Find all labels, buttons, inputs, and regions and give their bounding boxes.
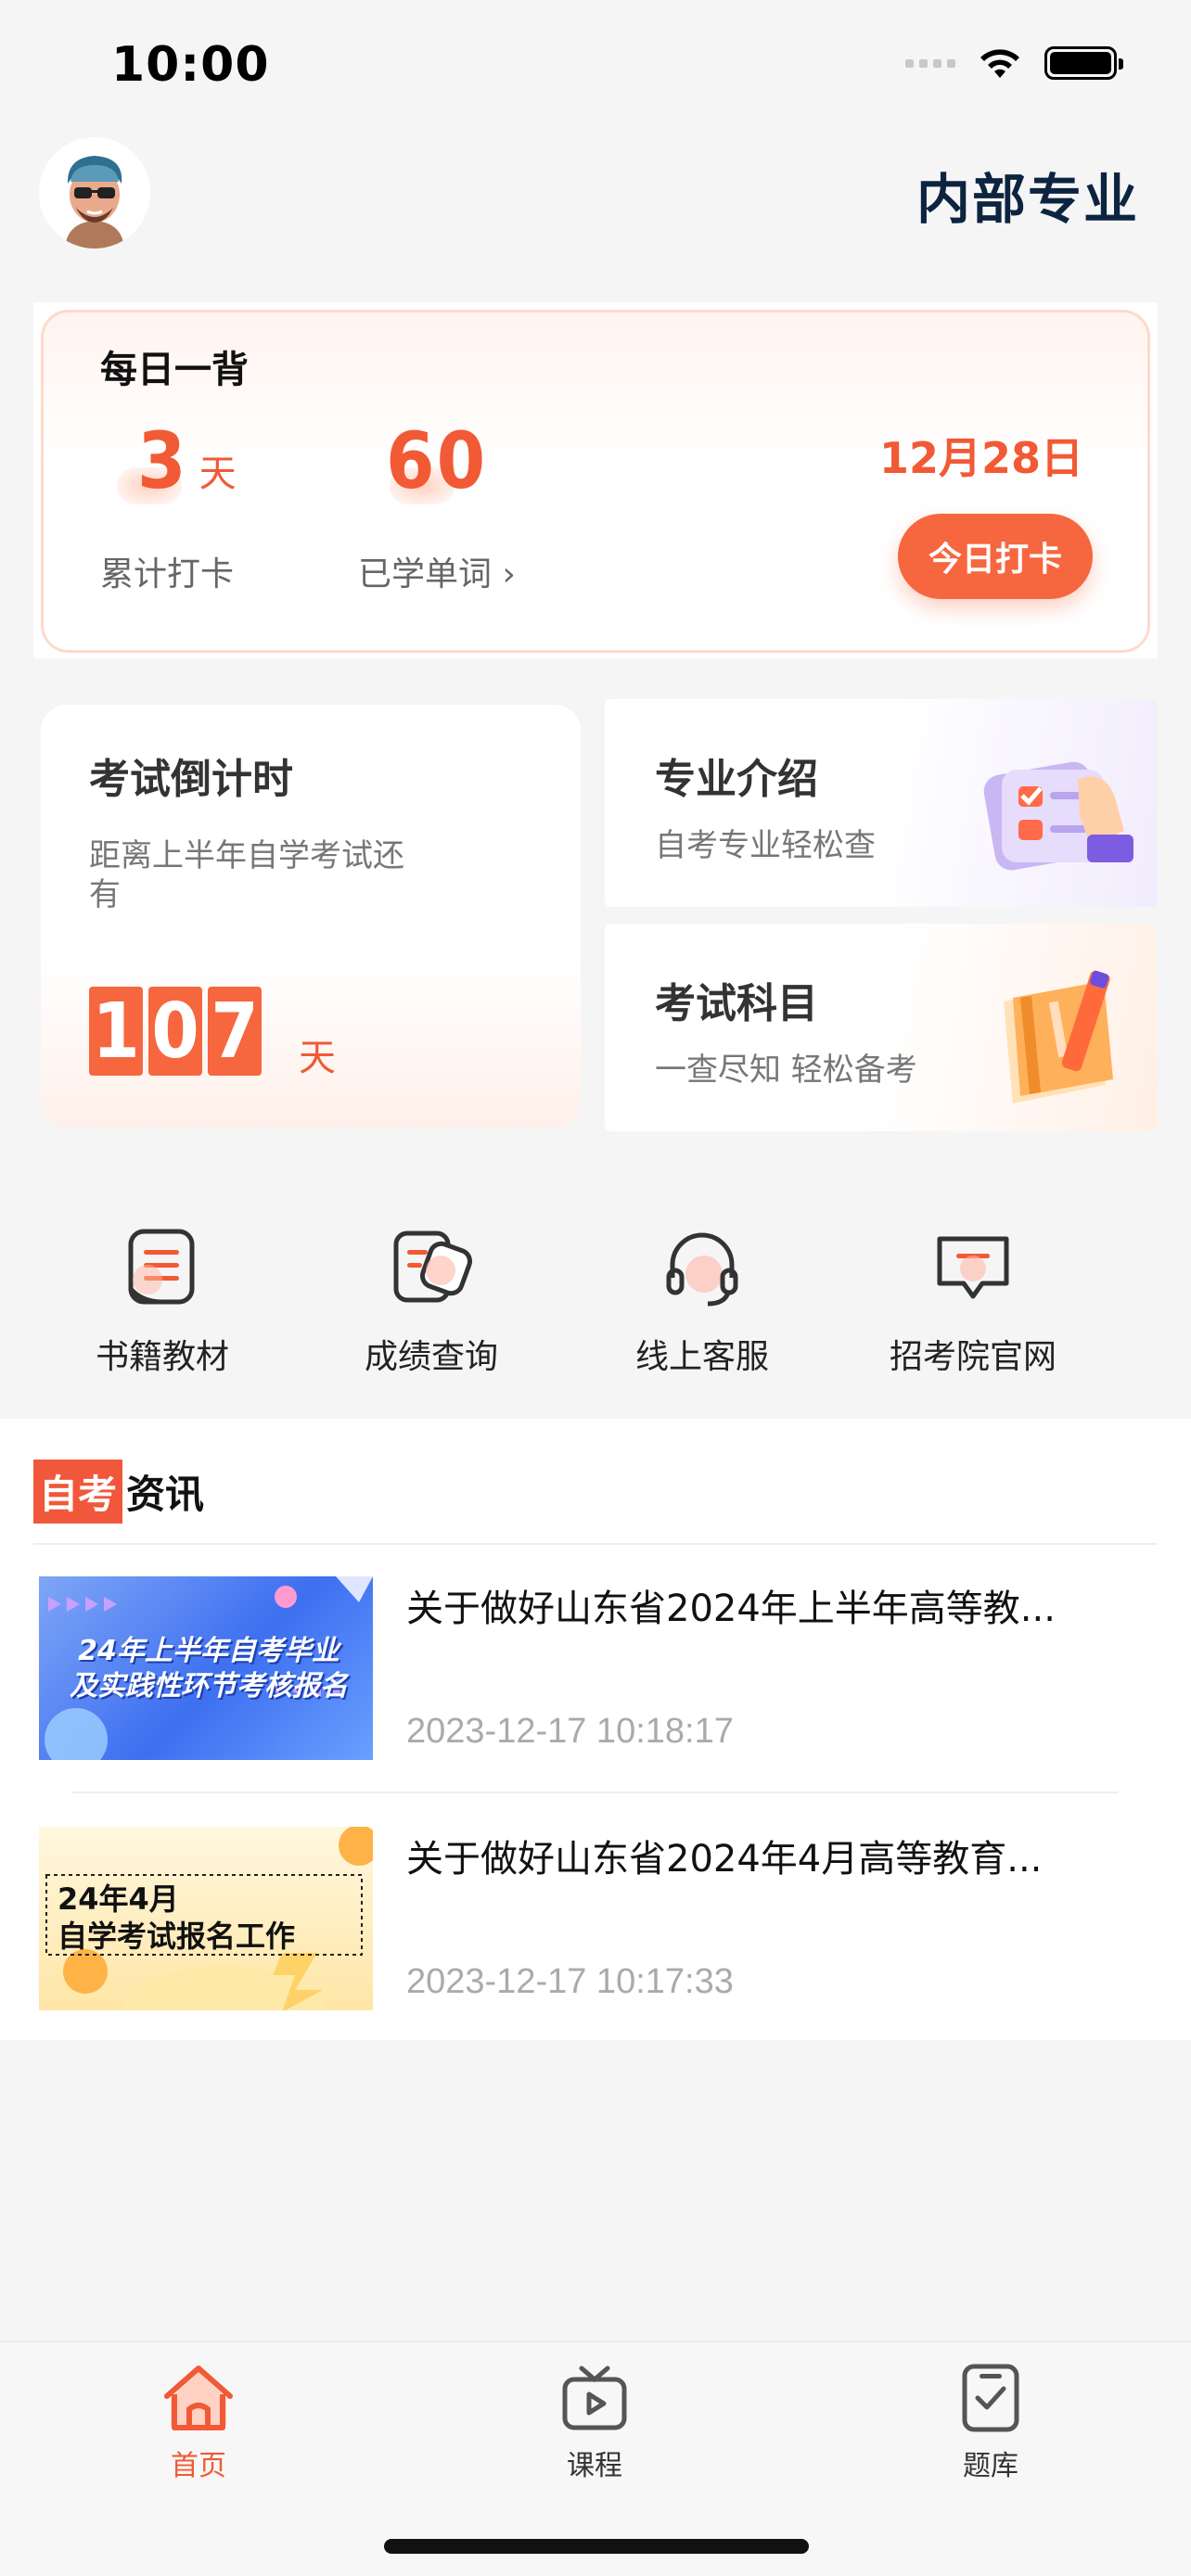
exam-subjects-title: 考试科目: [655, 980, 818, 1027]
home-indicator: [384, 2539, 809, 2554]
countdown-digit: 0: [148, 987, 202, 1076]
news-heading-highlight: 自考: [33, 1460, 123, 1524]
news-divider: [72, 1792, 1119, 1793]
headset-icon: [666, 1232, 738, 1307]
news-heading-rest: 资讯: [126, 1472, 205, 1517]
tab-courses[interactable]: 课程: [502, 2361, 687, 2483]
quick-link-official-website[interactable]: 招考院官网: [857, 1224, 1089, 1378]
tab-label: 课程: [567, 2450, 622, 2482]
status-icons: [905, 45, 1123, 82]
news-thumbnail: 24年上半年自考毕业 及实践性环节考核报名: [39, 1576, 373, 1760]
status-time: 10:00: [111, 37, 270, 93]
news-title: 关于做好山东省2024年4月高等教育...: [406, 1838, 1043, 1881]
wifi-icon: [980, 49, 1019, 78]
checkin-days-unit: 天: [198, 453, 237, 495]
learned-words-link[interactable]: 已学单词 ›: [358, 547, 516, 595]
news-thumbnail-caption: 24年上半年自考毕业 及实践性环节考核报名: [70, 1635, 348, 1702]
book-pencil-illustration-icon: [1004, 970, 1113, 1103]
news-heading: 自考 资讯: [33, 1460, 204, 1524]
exam-subjects-card[interactable]: 考试科目 一查尽知 轻松备考: [605, 924, 1158, 1131]
checkin-days-label: 累计打卡: [100, 555, 235, 593]
countdown-digit: 1: [89, 987, 143, 1076]
website-icon: [937, 1236, 1009, 1299]
tab-label: 首页: [171, 2450, 226, 2482]
news-time: 2023-12-17 10:18:17: [406, 1712, 734, 1751]
quick-link-label: 线上客服: [634, 1338, 769, 1376]
quick-link-label: 招考院官网: [889, 1338, 1057, 1376]
score-query-icon: [393, 1231, 473, 1303]
tab-home[interactable]: 首页: [106, 2361, 291, 2483]
news-divider: [33, 1543, 1158, 1545]
major-intro-subtitle: 自考专业轻松查: [655, 827, 876, 864]
words-count-value: 60: [386, 415, 488, 506]
checkin-days-value: 3: [137, 415, 188, 506]
tab-label: 题库: [963, 2450, 1018, 2482]
quick-link-label: 成绩查询: [364, 1338, 498, 1376]
news-thumbnail: 24年4月 自学考试报名工作: [39, 1827, 373, 2010]
news-thumbnail-caption: 24年4月 自学考试报名工作: [58, 1881, 296, 1954]
page-title: 内部专业: [916, 168, 1139, 231]
news-item[interactable]: 24年上半年自考毕业 及实践性环节考核报名 关于做好山东省2024年上半年高等教…: [39, 1576, 1158, 1762]
daily-date: 12月28日: [879, 433, 1084, 483]
checkin-days-stat: 3 天: [137, 415, 237, 506]
tv-play-icon: [562, 2366, 627, 2430]
news-item[interactable]: 24年4月 自学考试报名工作 关于做好山东省2024年4月高等教育... 202…: [39, 1827, 1158, 2012]
quick-link-books[interactable]: 书籍教材: [46, 1224, 278, 1378]
news-time: 2023-12-17 10:17:33: [406, 1962, 734, 2001]
news-title: 关于做好山东省2024年上半年高等教...: [406, 1588, 1056, 1630]
countdown-subtitle: 距离上半年自学考试还有: [89, 837, 404, 913]
countdown-unit: 天: [299, 1037, 336, 1079]
tab-question-bank[interactable]: 题库: [898, 2361, 1083, 2483]
major-intro-card[interactable]: 专业介绍 自考专业轻松查: [605, 699, 1158, 907]
home-icon: [164, 2366, 233, 2430]
battery-icon: [1044, 46, 1123, 80]
major-intro-title: 专业介绍: [655, 756, 818, 803]
exam-subjects-subtitle: 一查尽知 轻松备考: [655, 1052, 917, 1089]
quick-link-customer-service[interactable]: 线上客服: [586, 1224, 818, 1378]
countdown-digits: 1 0 7: [89, 987, 262, 1076]
countdown-title: 考试倒计时: [89, 756, 293, 803]
avatar[interactable]: [39, 137, 150, 249]
quick-link-score-query[interactable]: 成绩查询: [315, 1224, 547, 1378]
avatar-illustration: [39, 137, 150, 249]
quick-link-label: 书籍教材: [95, 1338, 229, 1376]
countdown-digit: 7: [208, 987, 262, 1076]
cellular-signal-icon: [905, 58, 955, 68]
daily-card-title: 每日一背: [100, 349, 249, 391]
checkin-button[interactable]: 今日打卡: [898, 514, 1093, 599]
checklist-illustration-icon: [983, 761, 1133, 871]
book-icon: [128, 1229, 195, 1305]
checklist-icon: [962, 2364, 1019, 2432]
